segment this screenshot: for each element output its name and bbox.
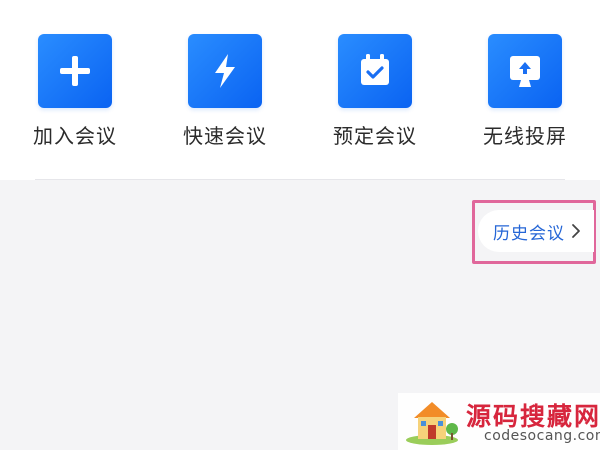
quick-meeting-label: 快速会议: [183, 124, 267, 148]
plus-icon: [60, 56, 90, 86]
section-divider: [35, 179, 565, 180]
quick-meeting-button[interactable]: 快速会议: [170, 34, 280, 154]
lightning-icon: [215, 54, 235, 88]
history-meetings-label: 历史会议: [493, 223, 565, 244]
watermark: 源码搜藏网 codesocang.com: [398, 393, 600, 450]
schedule-meeting-label: 预定会议: [333, 124, 417, 148]
history-meetings-button[interactable]: 历史会议: [478, 210, 594, 252]
join-meeting-tile: [38, 34, 112, 108]
wireless-screen-label: 无线投屏: [483, 124, 567, 148]
join-meeting-label: 加入会议: [33, 124, 117, 148]
schedule-meeting-tile: [338, 34, 412, 108]
wireless-screen-button[interactable]: 无线投屏: [470, 34, 580, 154]
quick-meeting-tile: [188, 34, 262, 108]
watermark-url: codesocang.com: [484, 428, 600, 444]
join-meeting-button[interactable]: 加入会议: [20, 34, 130, 154]
schedule-meeting-button[interactable]: 预定会议: [320, 34, 430, 154]
screen-share-icon: [510, 56, 540, 87]
wireless-screen-tile: [488, 34, 562, 108]
meeting-actions: 加入会议 快速会议 预定会议 无线投屏: [0, 0, 600, 180]
calendar-check-icon: [361, 54, 389, 85]
chevron-right-icon: [572, 224, 580, 238]
house-logo-icon: [406, 402, 458, 445]
